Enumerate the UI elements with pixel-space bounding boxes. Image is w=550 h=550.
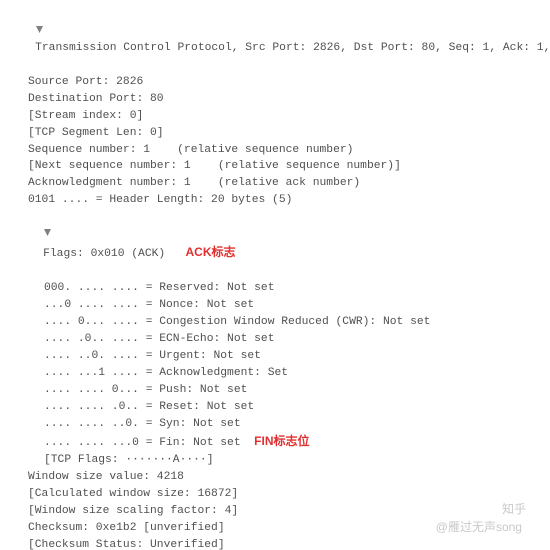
checksum[interactable]: Checksum: 0xe1b2 [unverified] <box>4 520 546 537</box>
destination-port[interactable]: Destination Port: 80 <box>4 91 546 108</box>
annotation-ack: ACK标志 <box>186 245 236 259</box>
flag-reset[interactable]: .... .... .0.. = Reset: Not set <box>4 399 546 416</box>
flag-cwr[interactable]: .... 0... .... = Congestion Window Reduc… <box>4 314 546 331</box>
flag-urgent[interactable]: .... ..0. .... = Urgent: Not set <box>4 348 546 365</box>
flag-reserved[interactable]: 000. .... .... = Reserved: Not set <box>4 280 546 297</box>
flag-nonce[interactable]: ...0 .... .... = Nonce: Not set <box>4 297 546 314</box>
ack-number[interactable]: Acknowledgment number: 1 (relative ack n… <box>4 175 546 192</box>
tcp-segment-len[interactable]: [TCP Segment Len: 0] <box>4 125 546 142</box>
tcp-header-row[interactable]: Transmission Control Protocol, Src Port:… <box>4 6 546 74</box>
source-port[interactable]: Source Port: 2826 <box>4 74 546 91</box>
flags-row[interactable]: Flags: 0x010 (ACK) ACK标志 <box>4 209 546 280</box>
checksum-status[interactable]: [Checksum Status: Unverified] <box>4 537 546 550</box>
flag-push[interactable]: .... .... 0... = Push: Not set <box>4 382 546 399</box>
tcp-header-text: Transmission Control Protocol, Src Port:… <box>35 42 550 54</box>
flags-title: Flags: 0x010 (ACK) <box>43 248 165 260</box>
flag-syn[interactable]: .... .... ..0. = Syn: Not set <box>4 416 546 433</box>
window-size[interactable]: Window size value: 4218 <box>4 469 546 486</box>
collapse-icon[interactable] <box>43 226 52 243</box>
collapse-icon[interactable] <box>35 23 44 40</box>
sequence-number[interactable]: Sequence number: 1 (relative sequence nu… <box>4 142 546 159</box>
stream-index[interactable]: [Stream index: 0] <box>4 108 546 125</box>
tcp-flags-summary[interactable]: [TCP Flags: ·······A····] <box>4 452 546 469</box>
next-sequence-number[interactable]: [Next sequence number: 1 (relative seque… <box>4 158 546 175</box>
flag-fin[interactable]: .... .... ...0 = Fin: Not set FIN标志位 <box>4 432 546 452</box>
calculated-window-size[interactable]: [Calculated window size: 16872] <box>4 486 546 503</box>
flag-ack[interactable]: .... ...1 .... = Acknowledgment: Set <box>4 365 546 382</box>
annotation-fin: FIN标志位 <box>254 434 309 448</box>
window-scaling-factor[interactable]: [Window size scaling factor: 4] <box>4 503 546 520</box>
header-length[interactable]: 0101 .... = Header Length: 20 bytes (5) <box>4 192 546 209</box>
flag-ecn[interactable]: .... .0.. .... = ECN-Echo: Not set <box>4 331 546 348</box>
packet-detail-pane[interactable]: Transmission Control Protocol, Src Port:… <box>0 0 550 550</box>
